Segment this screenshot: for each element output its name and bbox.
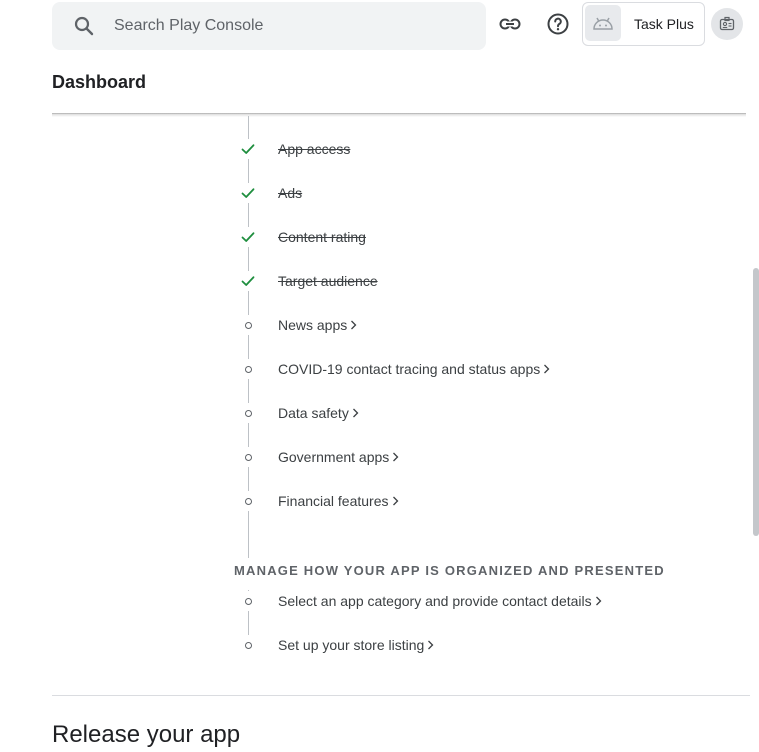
task-item[interactable]: Financial features [238, 486, 738, 516]
check-icon [238, 227, 258, 247]
section-divider [52, 695, 750, 696]
section-heading-manage: MANAGE HOW YOUR APP IS ORGANIZED AND PRE… [234, 563, 665, 578]
task-label-text: Ads [278, 185, 303, 201]
task-item[interactable]: Ads [238, 178, 738, 208]
chevron-right-icon [543, 362, 550, 377]
task-label-text: Content rating [278, 229, 366, 245]
scrollbar[interactable] [753, 268, 759, 536]
task-label[interactable]: Set up your store listing [278, 637, 434, 653]
pending-circle-icon [238, 447, 258, 467]
task-item[interactable]: Government apps [238, 442, 738, 472]
app-selector[interactable]: Task Plus [582, 2, 705, 46]
pending-ring [244, 365, 252, 373]
pending-ring [244, 497, 252, 505]
release-section-title: Release your app [52, 721, 241, 748]
task-label-text: Select an app category and provide conta… [278, 593, 592, 609]
pending-circle-icon [238, 403, 258, 423]
task-label[interactable]: Select an app category and provide conta… [278, 593, 602, 609]
pending-ring [244, 453, 252, 461]
help-icon[interactable] [546, 12, 570, 36]
search-bar[interactable] [52, 2, 486, 50]
android-icon [585, 5, 621, 41]
task-label: Content rating [278, 229, 366, 245]
search-icon[interactable] [72, 14, 96, 38]
task-label-text: Target audience [278, 273, 378, 289]
task-label-text: Financial features [278, 493, 389, 509]
task-label-text: COVID-19 contact tracing and status apps [278, 361, 541, 377]
pending-circle-icon [238, 359, 258, 379]
chevron-right-icon [595, 594, 602, 609]
header-shadow [52, 113, 746, 117]
task-item[interactable]: COVID-19 contact tracing and status apps [238, 354, 738, 384]
account-badge-icon[interactable] [711, 8, 743, 40]
task-label-text: App access [278, 141, 351, 157]
task-label: App access [278, 141, 350, 157]
task-label[interactable]: Financial features [278, 493, 399, 509]
page-title: Dashboard [52, 72, 147, 92]
check-icon [238, 183, 258, 203]
task-item[interactable]: Set up your store listing [238, 630, 738, 660]
search-input[interactable] [114, 12, 454, 40]
pending-ring [244, 409, 252, 417]
pending-circle-icon [238, 315, 258, 335]
chevron-right-icon [392, 494, 399, 509]
task-item[interactable]: Select an app category and provide conta… [238, 586, 738, 616]
app-name: Task Plus [634, 16, 694, 32]
play-console-page: Task Plus Dashboard App access Ads Content… [0, 0, 759, 752]
task-label[interactable]: News apps [278, 317, 357, 333]
pending-circle-icon [238, 591, 258, 611]
chevron-right-icon [392, 450, 399, 465]
check-icon [238, 139, 258, 159]
task-label: Target audience [278, 273, 378, 289]
task-label-text: Government apps [278, 449, 390, 465]
pending-ring [244, 641, 252, 649]
task-label-text: News apps [278, 317, 348, 333]
task-label-text: Set up your store listing [278, 637, 425, 653]
task-label-text: Data safety [278, 405, 349, 421]
task-label[interactable]: Data safety [278, 405, 359, 421]
task-item[interactable]: Content rating [238, 222, 738, 252]
task-label: Ads [278, 185, 302, 201]
check-icon [238, 271, 258, 291]
chevron-right-icon [352, 406, 359, 421]
pending-circle-icon [238, 635, 258, 655]
pending-circle-icon [238, 491, 258, 511]
task-item[interactable]: News apps [238, 310, 738, 340]
pending-ring [244, 321, 252, 329]
task-label[interactable]: Government apps [278, 449, 399, 465]
pending-ring [244, 597, 252, 605]
task-item[interactable]: Target audience [238, 266, 738, 296]
link-icon[interactable] [498, 12, 522, 36]
task-item[interactable]: App access [238, 134, 738, 164]
chevron-right-icon [350, 318, 357, 333]
task-label[interactable]: COVID-19 contact tracing and status apps [278, 361, 550, 377]
chevron-right-icon [427, 638, 434, 653]
task-item[interactable]: Data safety [238, 398, 738, 428]
